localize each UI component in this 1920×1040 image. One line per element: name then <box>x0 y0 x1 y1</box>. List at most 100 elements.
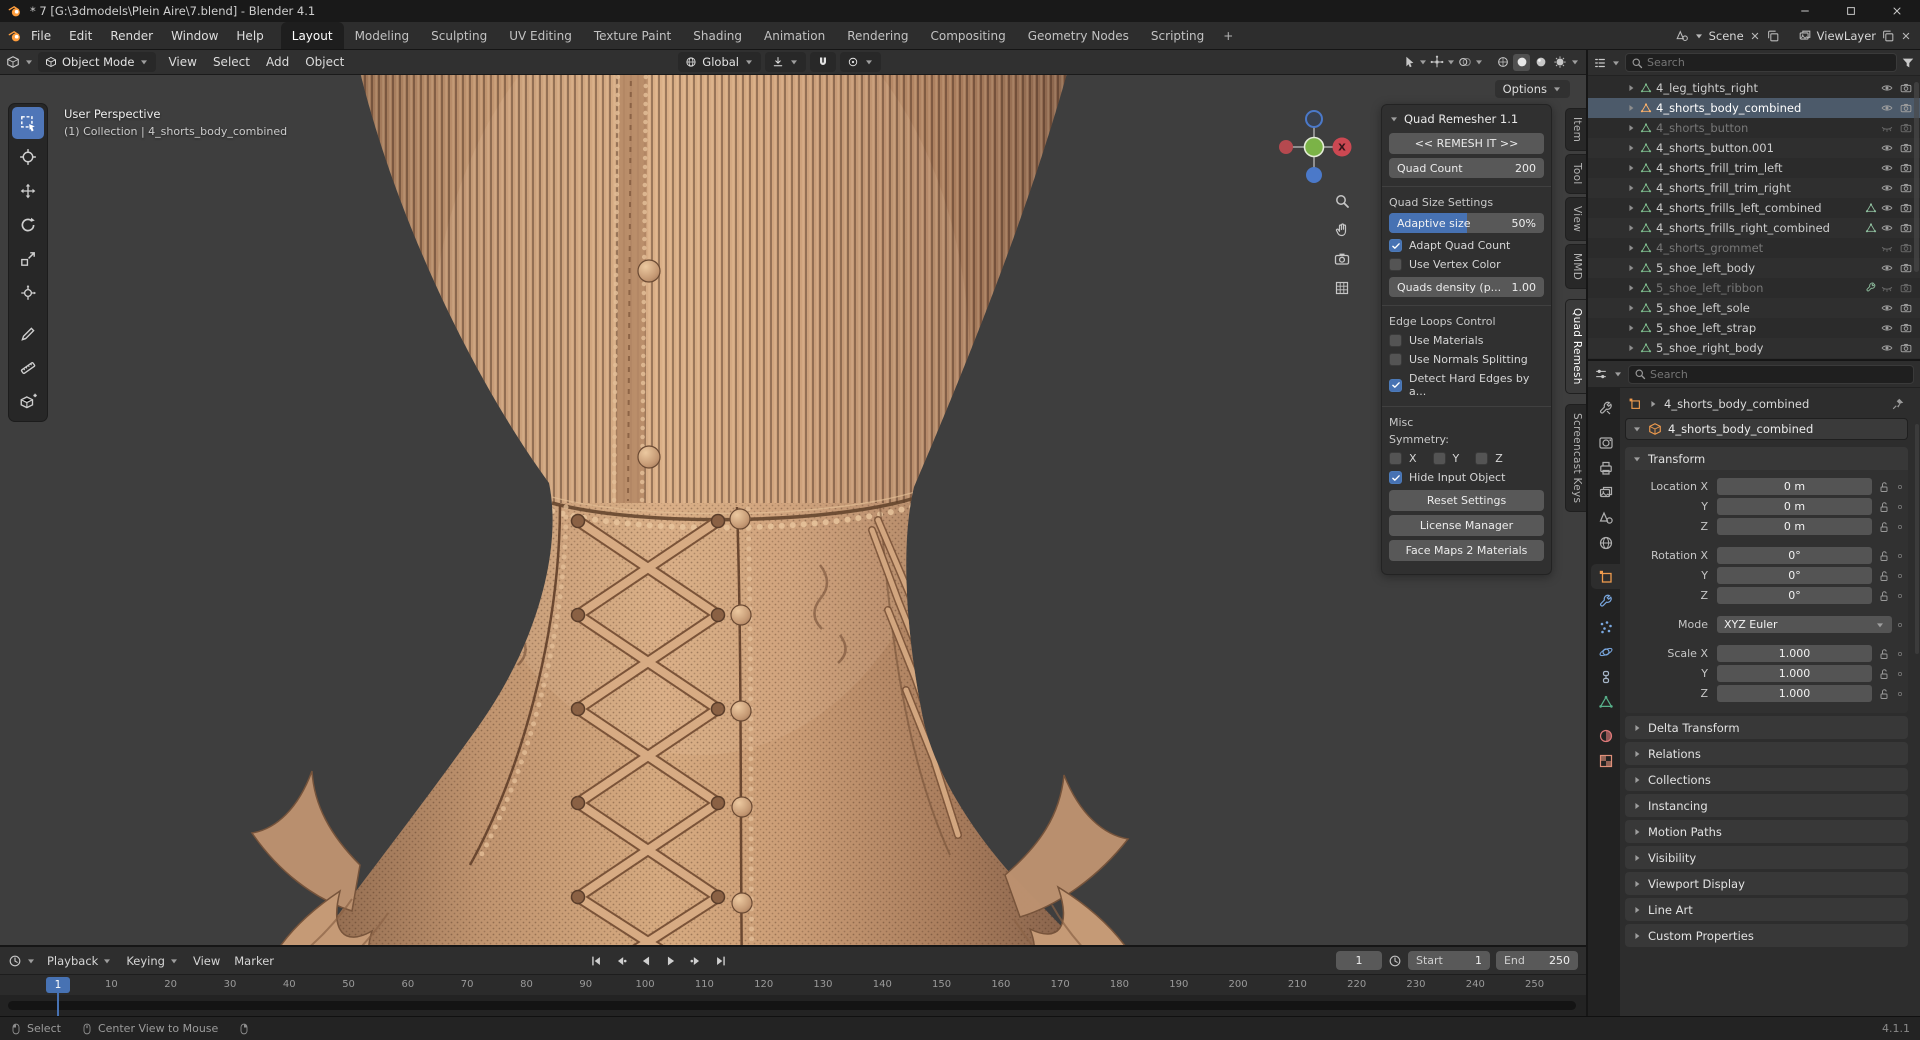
outliner-item-5-shoe-right-body[interactable]: 5_shoe_right_body <box>1588 338 1920 358</box>
workspace-tab-texture-paint[interactable]: Texture Paint <box>583 22 682 49</box>
properties-tab-tool[interactable] <box>1591 396 1620 421</box>
add-workspace-button[interactable]: + <box>1215 22 1241 49</box>
eye-icon[interactable] <box>1881 82 1893 94</box>
pin-icon[interactable] <box>1891 397 1905 411</box>
gizmo-z-handle[interactable] <box>1306 167 1322 183</box>
workspace-tab-shading[interactable]: Shading <box>682 22 753 49</box>
options-dropdown[interactable]: Options <box>1495 80 1570 98</box>
quad-count-field[interactable]: Quad Count 200 <box>1389 158 1544 178</box>
properties-tab-scene[interactable] <box>1591 505 1620 530</box>
tool-select-box[interactable] <box>12 107 44 139</box>
playhead-line[interactable] <box>57 991 59 1016</box>
outliner-editor-caret-icon[interactable] <box>1611 58 1621 68</box>
properties-search-input[interactable] <box>1650 368 1908 381</box>
shading-rendered-button[interactable] <box>1551 54 1568 71</box>
number-field[interactable]: 0° <box>1717 567 1872 584</box>
filter-icon[interactable] <box>1901 56 1915 70</box>
shading-solid-button[interactable] <box>1513 54 1530 71</box>
timeline-ruler[interactable]: 1 11020304050607080901001101201301401501… <box>0 974 1586 995</box>
properties-tab-constraints[interactable] <box>1591 664 1620 689</box>
viewport-menu-select[interactable]: Select <box>205 52 258 72</box>
workspace-tab-compositing[interactable]: Compositing <box>919 22 1016 49</box>
camera-icon[interactable] <box>1900 182 1912 194</box>
outliner-item-5-shoe-left-body[interactable]: 5_shoe_left_body <box>1588 258 1920 278</box>
gizmo-z-neg-handle[interactable] <box>1306 111 1322 127</box>
animate-decorator[interactable] <box>1893 620 1906 630</box>
outliner-item-4-shorts-frills-right-combined[interactable]: 4_shorts_frills_right_combined <box>1588 218 1920 238</box>
mode-dropdown-field[interactable]: XYZ Euler <box>1717 616 1892 633</box>
outliner-item-4-leg-tights-right[interactable]: 4_leg_tights_right <box>1588 78 1920 98</box>
checkbox[interactable] <box>1389 258 1402 271</box>
new-scene-icon[interactable] <box>1766 29 1780 43</box>
checkbox-use-normals-splitting[interactable]: Use Normals Splitting <box>1389 353 1544 366</box>
section-header-viewport-display[interactable]: Viewport Display <box>1625 872 1908 895</box>
animate-decorator[interactable] <box>1893 571 1906 581</box>
ruler-tick-130[interactable]: 130 <box>813 979 832 990</box>
checkbox[interactable] <box>1389 239 1402 252</box>
lock-toggle[interactable] <box>1875 501 1892 513</box>
outliner-search-input[interactable] <box>1647 56 1891 69</box>
timeline-channels[interactable] <box>0 995 1586 1016</box>
camera-icon[interactable] <box>1900 322 1912 334</box>
timeline-menu-playback[interactable]: Playback <box>40 951 119 971</box>
section-header-custom-properties[interactable]: Custom Properties <box>1625 924 1908 947</box>
animate-decorator[interactable] <box>1893 522 1906 532</box>
section-header-line-art[interactable]: Line Art <box>1625 898 1908 921</box>
ruler-tick-170[interactable]: 170 <box>1051 979 1070 990</box>
sidebar-tab-quad-remesh[interactable]: Quad Remesh <box>1565 299 1586 394</box>
menu-help[interactable]: Help <box>227 25 272 47</box>
workspace-tab-modeling[interactable]: Modeling <box>344 22 421 49</box>
timeline-menu-view[interactable]: View <box>186 951 227 971</box>
tool-scale[interactable] <box>12 243 44 275</box>
animate-decorator[interactable] <box>1893 591 1906 601</box>
properties-tab-texture[interactable] <box>1591 748 1620 773</box>
camera-icon[interactable] <box>1900 202 1912 214</box>
camera-icon[interactable] <box>1900 282 1912 294</box>
outliner-item-4-shorts-button-001[interactable]: 4_shorts_button.001 <box>1588 138 1920 158</box>
ruler-tick-220[interactable]: 220 <box>1347 979 1366 990</box>
number-field[interactable]: 0 m <box>1717 518 1872 535</box>
ruler-tick-100[interactable]: 100 <box>636 979 655 990</box>
workspace-tab-layout[interactable]: Layout <box>281 22 344 49</box>
gizmos-toggle-icon[interactable] <box>1430 55 1444 69</box>
current-frame-input[interactable] <box>1344 954 1374 967</box>
outliner-item-5-shoe-left-ribbon[interactable]: 5_shoe_left_ribbon <box>1588 278 1920 298</box>
properties-tab-object[interactable] <box>1591 564 1620 589</box>
properties-tab-output[interactable] <box>1591 455 1620 480</box>
viewport-3d[interactable]: User Perspective (1) Collection | 4_shor… <box>0 75 1586 945</box>
outliner-scrollbar[interactable] <box>1914 82 1919 272</box>
lock-toggle[interactable] <box>1875 570 1892 582</box>
tool-transform[interactable] <box>12 277 44 309</box>
tool-annotate[interactable] <box>12 318 44 350</box>
ruler-tick-70[interactable]: 70 <box>461 979 474 990</box>
ruler-tick-30[interactable]: 30 <box>224 979 237 990</box>
eye-icon[interactable] <box>1881 202 1893 214</box>
number-field[interactable]: 1.000 <box>1717 665 1872 682</box>
section-header-motion-paths[interactable]: Motion Paths <box>1625 820 1908 843</box>
playhead-frame-badge[interactable]: 1 <box>46 977 70 993</box>
play-button[interactable] <box>660 951 683 971</box>
face-maps-2-materials-button[interactable]: Face Maps 2 Materials <box>1389 540 1544 561</box>
editor-type-caret-icon[interactable] <box>24 57 34 67</box>
properties-editor-icon[interactable] <box>1594 367 1608 381</box>
sidebar-tab-item[interactable]: Item <box>1565 108 1586 151</box>
viewlayer-remove-icon[interactable] <box>1900 30 1912 42</box>
license-manager-button[interactable]: License Manager <box>1389 515 1544 536</box>
workspace-tab-geometry-nodes[interactable]: Geometry Nodes <box>1017 22 1140 49</box>
selectability-caret-icon[interactable] <box>1418 57 1428 67</box>
tool-move[interactable] <box>12 175 44 207</box>
camera-icon[interactable] <box>1900 82 1912 94</box>
menu-window[interactable]: Window <box>162 25 227 47</box>
section-header-delta-transform[interactable]: Delta Transform <box>1625 716 1908 739</box>
checkbox[interactable] <box>1389 334 1402 347</box>
ruler-tick-160[interactable]: 160 <box>991 979 1010 990</box>
outliner-search[interactable] <box>1625 53 1897 72</box>
symmetry-x[interactable]: X <box>1389 452 1417 465</box>
app-menu-icon[interactable] <box>8 29 22 43</box>
workspace-tab-uv-editing[interactable]: UV Editing <box>498 22 583 49</box>
play-reverse-button[interactable] <box>635 951 658 971</box>
viewlayer-icon[interactable] <box>1798 29 1812 43</box>
ruler-tick-50[interactable]: 50 <box>342 979 355 990</box>
animate-decorator[interactable] <box>1893 649 1906 659</box>
animate-decorator[interactable] <box>1893 482 1906 492</box>
